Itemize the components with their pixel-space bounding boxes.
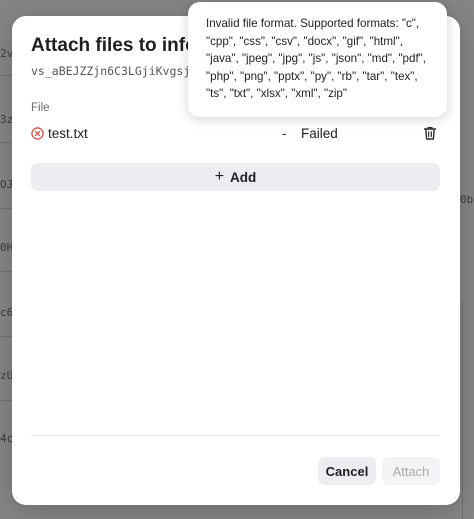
file-size: - xyxy=(282,126,287,141)
file-name: test.txt xyxy=(48,126,88,141)
background-text-fragment: 2v xyxy=(0,47,12,60)
background-divider xyxy=(0,208,12,209)
background-text-fragment: c6 xyxy=(0,306,12,319)
add-file-button[interactable]: + Add xyxy=(31,163,440,191)
background-divider xyxy=(0,336,12,337)
error-circle-x-icon xyxy=(31,127,44,140)
file-status: Failed xyxy=(301,126,338,141)
tooltip-message: Invalid file format. Supported formats: … xyxy=(206,17,427,100)
footer-divider xyxy=(31,435,440,436)
background-text-fragment: 0b9 xyxy=(460,193,474,206)
cancel-button[interactable]: Cancel xyxy=(318,457,376,485)
error-tooltip: Invalid file format. Supported formats: … xyxy=(188,2,447,117)
file-column-header: File xyxy=(31,102,50,114)
background-text-fragment: OJ xyxy=(0,178,12,191)
background-divider xyxy=(0,271,12,272)
background-divider xyxy=(0,75,12,76)
background-divider xyxy=(462,300,463,519)
background-divider xyxy=(0,142,12,143)
plus-icon: + xyxy=(214,168,225,185)
file-row: test.txt - Failed xyxy=(31,124,441,146)
attach-button[interactable]: Attach xyxy=(382,457,440,485)
background-text-fragment: 4c xyxy=(0,432,12,445)
vector-store-id: vs_aBEJZZjn6C3LGjiKvgsj xyxy=(31,64,191,78)
background-text-fragment: zU xyxy=(0,369,12,382)
background-text-fragment: 0H xyxy=(0,241,12,254)
background-divider xyxy=(0,400,12,401)
background-text-fragment: 3z xyxy=(0,113,12,126)
trash-icon[interactable] xyxy=(422,125,438,141)
add-button-label: Add xyxy=(230,169,257,185)
